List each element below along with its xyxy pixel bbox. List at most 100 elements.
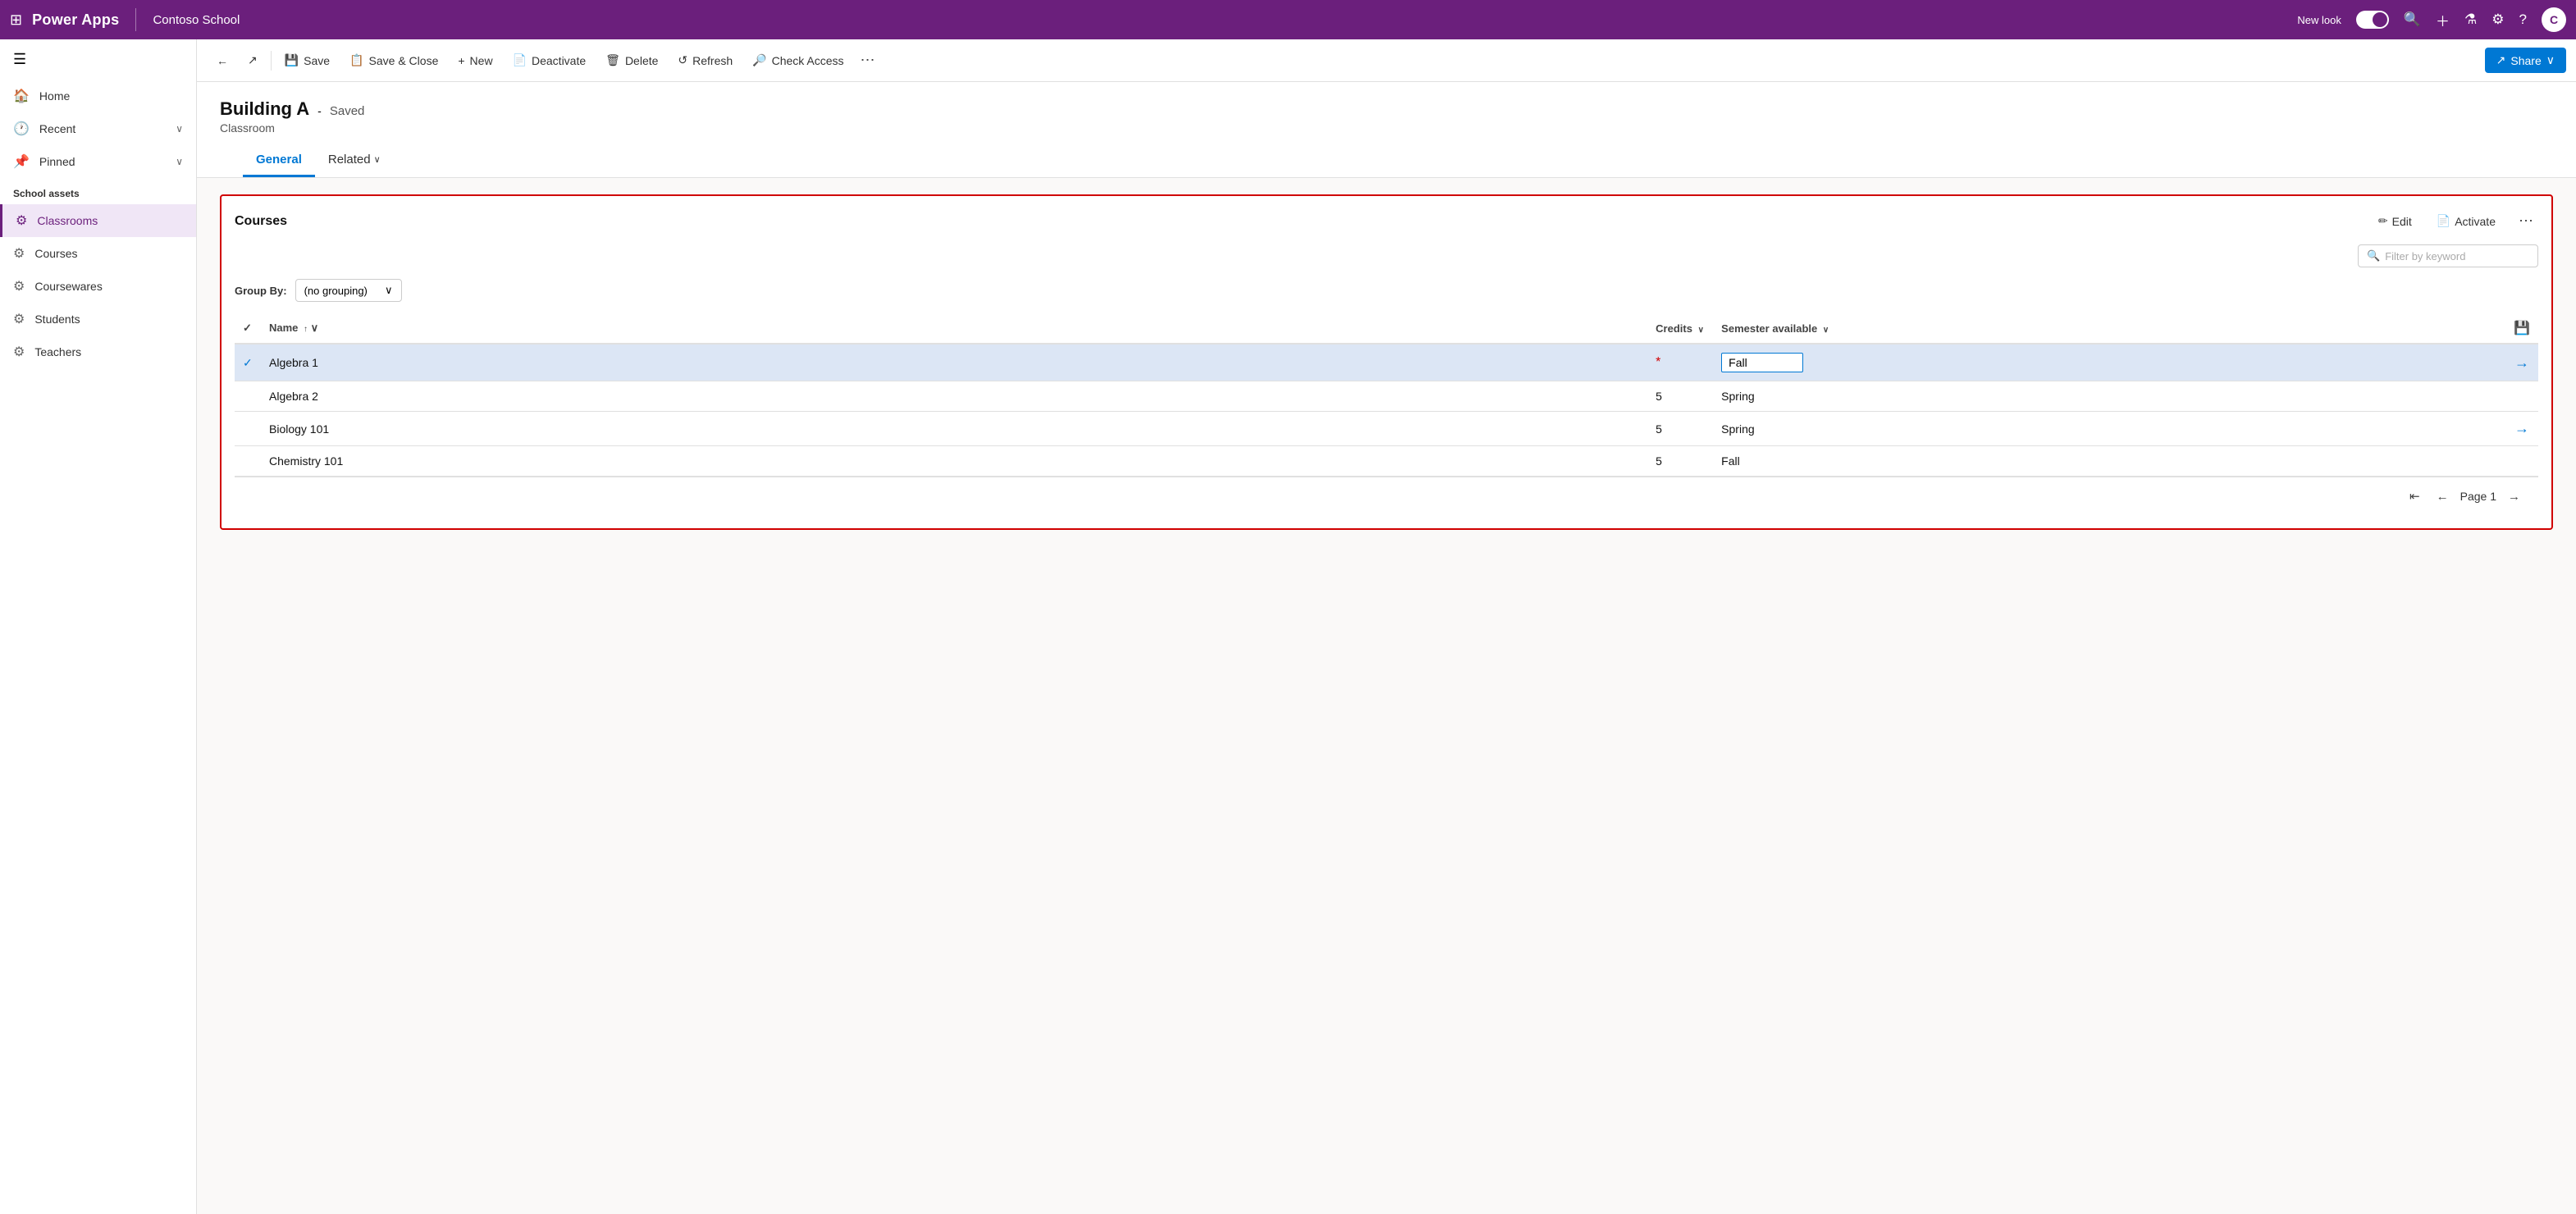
sidebar-item-recent[interactable]: 🕐 Recent ∨ (0, 112, 196, 145)
courses-more-button[interactable]: ⋯ (2514, 209, 2538, 233)
share-label: Share (2510, 54, 2541, 67)
row-action-header: 💾 (2505, 313, 2538, 344)
new-look-toggle[interactable] (2356, 11, 2389, 29)
row-semester-biology101: Spring (1713, 412, 2505, 446)
credits-column-header[interactable]: Credits ∨ (1647, 313, 1713, 344)
semester-input-algebra1[interactable] (1721, 353, 1803, 372)
table-header-row: ✓ Name ↑ ∨ Credits ∨ Semeste (235, 313, 2538, 344)
navigate-arrow-icon[interactable]: → (2514, 420, 2529, 436)
row-action-chemistry101 (2505, 446, 2538, 477)
sidebar-item-courses[interactable]: ⚙ Courses (0, 237, 196, 270)
row-checkbox-chemistry101[interactable] (235, 446, 261, 477)
filter-search-icon: 🔍 (2367, 249, 2380, 262)
open-form-button[interactable]: ↗ (238, 48, 267, 72)
table-row[interactable]: Chemistry 101 5 Fall (235, 446, 2538, 477)
record-type: Classroom (220, 121, 2553, 135)
save-close-label: Save & Close (369, 54, 439, 67)
filter-placeholder: Filter by keyword (2385, 250, 2465, 262)
record-status: Saved (330, 104, 365, 118)
sidebar-classrooms-label: Classrooms (37, 214, 98, 227)
sidebar-item-home[interactable]: 🏠 Home (0, 80, 196, 112)
refresh-button[interactable]: ↺ Refresh (668, 48, 742, 72)
check-access-icon: 🔎 (752, 53, 766, 67)
next-page-button[interactable]: → (2503, 486, 2525, 507)
sidebar-item-teachers[interactable]: ⚙ Teachers (0, 335, 196, 368)
refresh-icon: ↺ (678, 53, 687, 67)
save-close-button[interactable]: 📋 Save & Close (340, 48, 448, 72)
required-star-icon: * (1656, 355, 1660, 369)
filter-icon[interactable]: ⚗ (2464, 11, 2477, 28)
row-semester-algebra1 (1713, 344, 2505, 381)
row-credits-algebra2: 5 (1647, 381, 1713, 412)
activate-button[interactable]: 📄 Activate (2430, 211, 2502, 231)
save-icon: 💾 (285, 53, 299, 67)
courses-icon: ⚙ (13, 245, 25, 262)
row-name-algebra2: Algebra 2 (261, 381, 1647, 412)
share-button[interactable]: ↗ Share ∨ (2485, 48, 2566, 73)
name-column-header[interactable]: Name ↑ ∨ (261, 313, 1647, 344)
row-checkbox-algebra2[interactable] (235, 381, 261, 412)
share-chevron-icon: ∨ (2546, 53, 2555, 67)
user-avatar[interactable]: C (2542, 7, 2566, 32)
record-title-row: Building A - Saved (220, 98, 2553, 120)
sidebar-pinned-label: Pinned (39, 155, 75, 168)
groupby-select[interactable]: (no grouping) ∨ (295, 279, 402, 302)
deactivate-button[interactable]: 📄 Deactivate (503, 48, 596, 72)
table-row[interactable]: Biology 101 5 Spring → (235, 412, 2538, 446)
nav-divider (135, 8, 136, 31)
table-row[interactable]: Algebra 2 5 Spring (235, 381, 2538, 412)
course-name-chemistry101: Chemistry 101 (269, 454, 343, 468)
add-icon[interactable]: ＋ (2436, 10, 2450, 30)
row-checkbox-algebra1[interactable]: ✓ (235, 344, 261, 381)
semester-column-header[interactable]: Semester available ∨ (1713, 313, 2505, 344)
record-header: Building A - Saved Classroom General Rel… (197, 82, 2576, 178)
sidebar-hamburger[interactable]: ☰ (0, 39, 196, 80)
filter-input[interactable]: 🔍 Filter by keyword (2358, 244, 2538, 267)
coursewares-icon: ⚙ (13, 278, 25, 294)
record-status-separator: - (317, 104, 322, 117)
sidebar-item-coursewares[interactable]: ⚙ Coursewares (0, 270, 196, 303)
first-page-button[interactable]: ⇤ (2405, 486, 2425, 507)
sidebar-item-classrooms[interactable]: ⚙ Classrooms (0, 204, 196, 237)
prev-page-button[interactable]: ← (2432, 486, 2454, 507)
waffle-icon[interactable]: ⊞ (10, 11, 22, 29)
check-access-button[interactable]: 🔎 Check Access (742, 48, 853, 72)
activate-icon: 📄 (2437, 214, 2450, 228)
search-icon[interactable]: 🔍 (2404, 11, 2421, 28)
back-button[interactable]: ← (207, 49, 238, 72)
nav-right-area: New look 🔍 ＋ ⚗ ⚙ ? C (2297, 7, 2566, 32)
row-name-algebra1: Algebra 1 (261, 344, 1647, 381)
sidebar-item-students[interactable]: ⚙ Students (0, 303, 196, 335)
save-close-icon: 📋 (349, 53, 363, 67)
more-options-button[interactable]: ⋯ (854, 47, 882, 74)
row-action-biology101[interactable]: → (2505, 412, 2538, 446)
row-checkbox-biology101[interactable] (235, 412, 261, 446)
edit-label: Edit (2392, 215, 2412, 228)
courses-table-body: ✓ Algebra 1 * → (235, 344, 2538, 477)
row-name-chemistry101: Chemistry 101 (261, 446, 1647, 477)
command-bar: ← ↗ 💾 Save 📋 Save & Close + New 📄 Deacti… (197, 39, 2576, 82)
pinned-icon: 📌 (13, 153, 30, 170)
table-row[interactable]: ✓ Algebra 1 * → (235, 344, 2538, 381)
edit-button[interactable]: ✏ Edit (2372, 211, 2418, 231)
refresh-label: Refresh (692, 54, 733, 67)
row-action-algebra1[interactable]: → (2505, 344, 2538, 381)
name-dropdown-icon: ∨ (311, 322, 319, 334)
navigate-arrow-icon[interactable]: → (2514, 354, 2529, 371)
save-button[interactable]: 💾 Save (275, 48, 340, 72)
settings-icon[interactable]: ⚙ (2492, 11, 2504, 28)
tab-related[interactable]: Related ∨ (315, 144, 394, 177)
toggle-knob (2373, 12, 2387, 27)
app-layout: ☰ 🏠 Home 🕐 Recent ∨ 📌 Pinned ∨ School as… (0, 39, 2576, 1214)
delete-button[interactable]: 🗑 Delete (596, 48, 668, 72)
help-icon[interactable]: ? (2519, 11, 2527, 28)
sidebar-item-pinned[interactable]: 📌 Pinned ∨ (0, 145, 196, 178)
row-credits-algebra1: * (1647, 344, 1713, 381)
page-label: Page 1 (2460, 490, 2496, 503)
filter-bar: 🔍 Filter by keyword (235, 244, 2538, 267)
courses-section-title: Courses (235, 214, 287, 229)
new-button[interactable]: + New (448, 49, 502, 72)
select-all-header[interactable]: ✓ (235, 313, 261, 344)
tab-general[interactable]: General (243, 144, 315, 177)
activate-label: Activate (2455, 215, 2496, 228)
